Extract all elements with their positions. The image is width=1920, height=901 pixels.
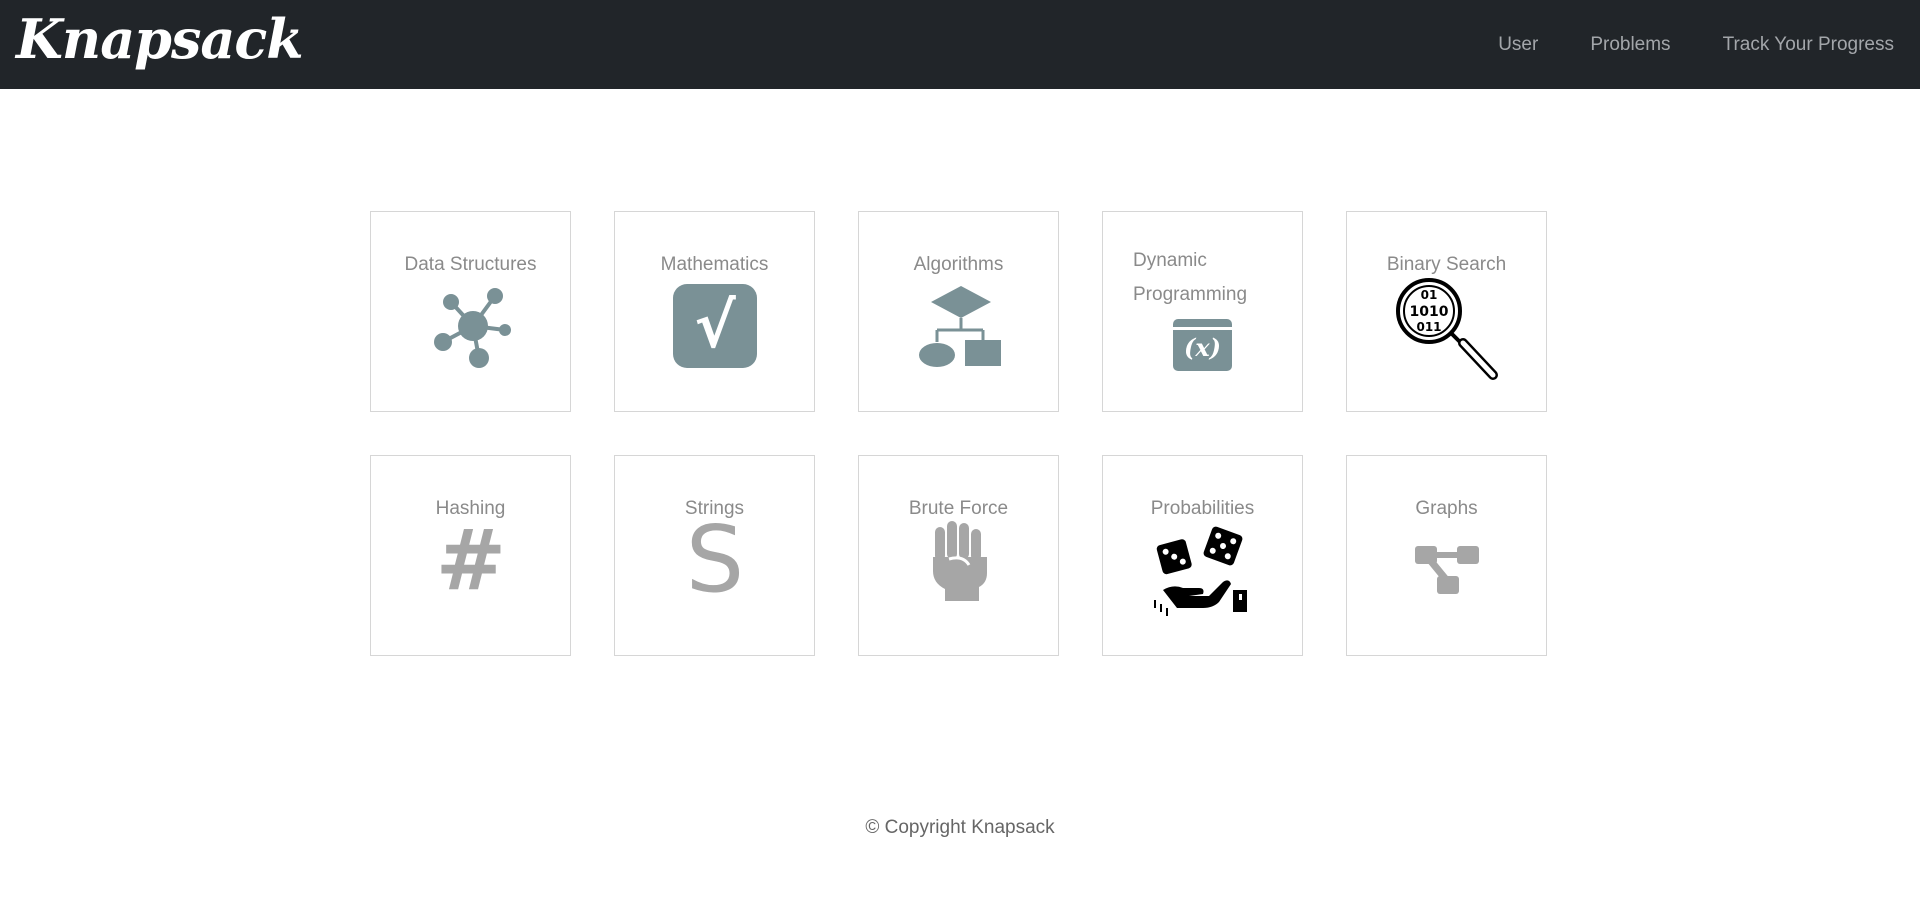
card-title: Dynamic Programming <box>1133 250 1248 305</box>
nav-link-user[interactable]: User <box>1498 34 1538 56</box>
category-card-data-structures[interactable]: Data Structures <box>370 211 571 412</box>
nav-link-track-progress[interactable]: Track Your Progress <box>1723 34 1894 56</box>
category-card-hashing[interactable]: Hashing # <box>370 455 571 656</box>
brand-logo[interactable]: Knapsack <box>16 9 304 69</box>
function-x-icon: (x) <box>1173 319 1232 371</box>
binary-mid-text: 1010 <box>1410 304 1449 320</box>
square-root-icon: √ <box>673 284 757 368</box>
tree-graph-icon <box>1415 542 1481 596</box>
category-card-strings[interactable]: Strings S <box>614 455 815 656</box>
card-title: Graphs <box>1415 498 1478 519</box>
binary-top-text: 01 <box>1421 288 1438 302</box>
fist-icon <box>929 521 991 601</box>
category-card-graphs[interactable]: Graphs <box>1346 455 1547 656</box>
category-card-algorithms[interactable]: Algorithms <box>858 211 1059 412</box>
nav-link-problems[interactable]: Problems <box>1590 34 1670 56</box>
hash-glyph: # <box>435 511 507 609</box>
s-glyph: S <box>685 506 745 613</box>
category-card-probabilities[interactable]: Probabilities <box>1102 455 1303 656</box>
category-card-dynamic-programming[interactable]: Dynamic Programming (x) <box>1102 211 1303 412</box>
nav-links: User Problems Track Your Progress <box>1472 0 1920 89</box>
footer-copyright: © Copyright Knapsack <box>865 817 1055 838</box>
dice-hand-icon <box>1153 526 1253 618</box>
category-card-binary-search[interactable]: Binary Search 01 1010 011 <box>1346 211 1547 412</box>
card-title: Algorithms <box>913 254 1004 275</box>
letter-s-icon: S <box>665 514 765 606</box>
card-title: Data Structures <box>404 254 537 275</box>
fx-glyph: (x) <box>1183 333 1222 362</box>
card-title: Mathematics <box>660 254 769 275</box>
card-title: Probabilities <box>1150 498 1255 519</box>
hash-icon: # <box>421 518 521 602</box>
category-card-brute-force[interactable]: Brute Force <box>858 455 1059 656</box>
flowchart-icon <box>915 284 1005 370</box>
navbar: Knapsack User Problems Track Your Progre… <box>0 0 1920 89</box>
sqrt-glyph: √ <box>694 289 736 362</box>
category-card-mathematics[interactable]: Mathematics √ <box>614 211 815 412</box>
binary-magnifier-icon: 01 1010 011 <box>1395 277 1505 383</box>
network-nodes-icon <box>429 284 513 368</box>
binary-bot-text: 011 <box>1416 320 1441 334</box>
